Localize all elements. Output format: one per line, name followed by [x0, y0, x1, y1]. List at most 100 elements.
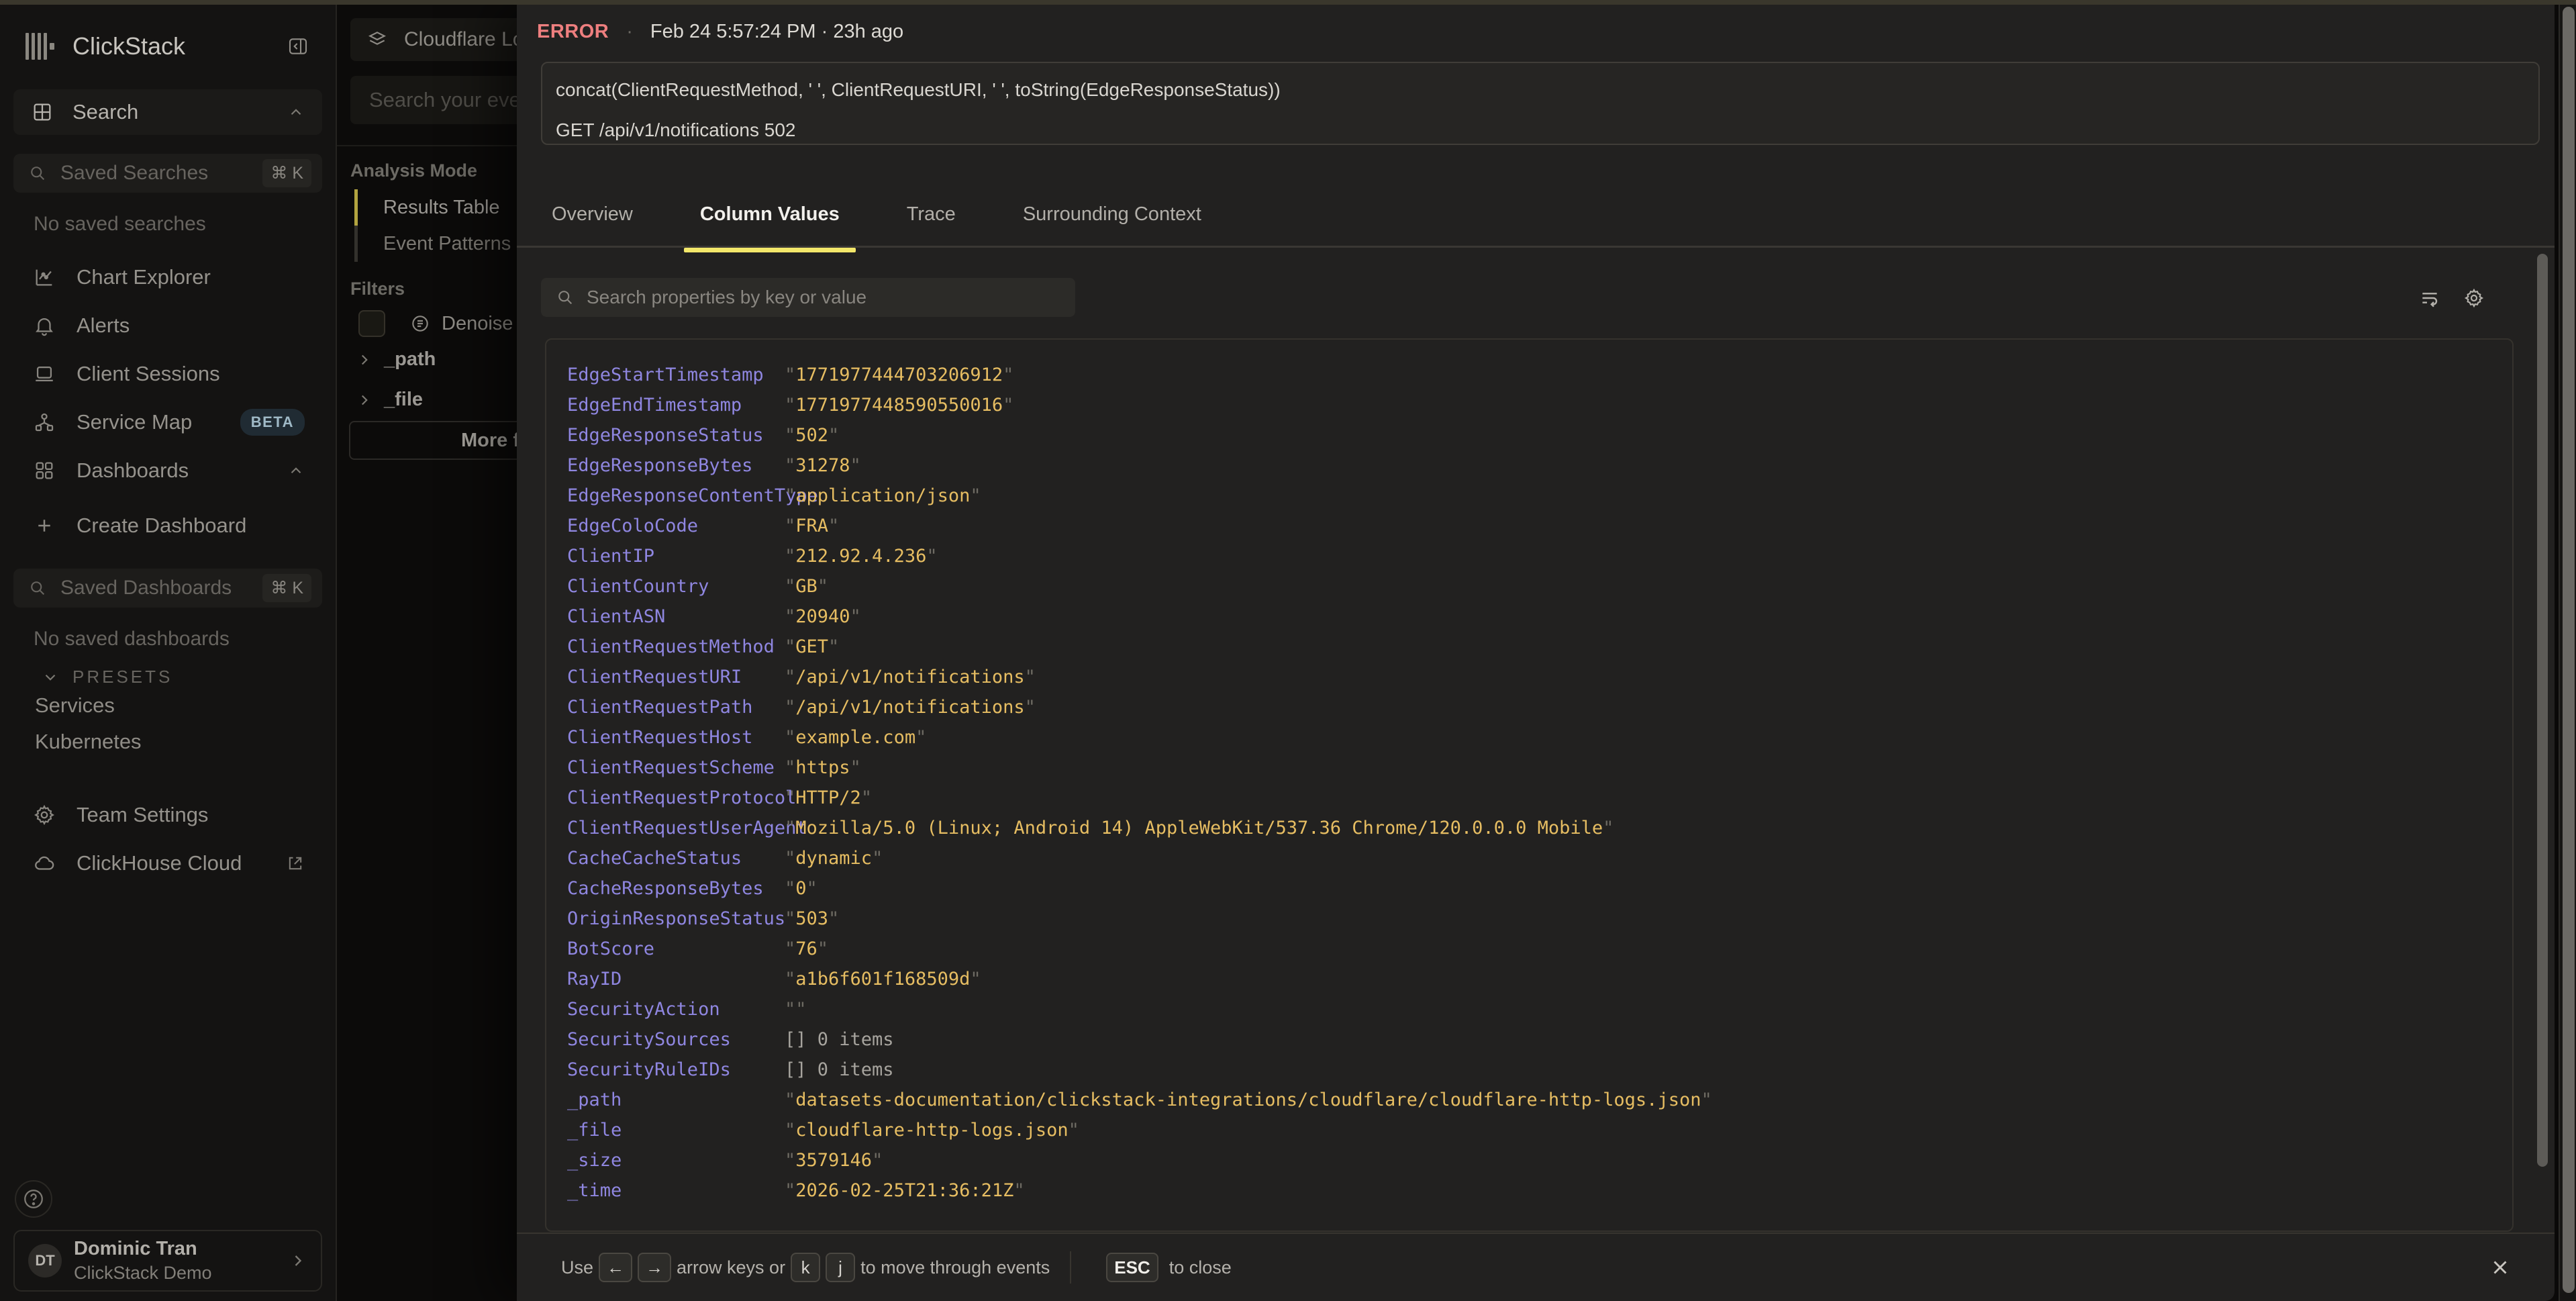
property-key[interactable]: _file — [567, 1120, 785, 1141]
property-row[interactable]: EdgeResponseBytes 31278 — [546, 450, 2512, 481]
property-value[interactable]: Mozilla/5.0 (Linux; Android 14) AppleWeb… — [785, 818, 1614, 838]
property-key[interactable]: ClientRequestMethod — [567, 636, 785, 657]
property-value[interactable]: example.com — [785, 727, 926, 748]
property-key[interactable]: ClientASN — [567, 606, 785, 627]
property-key[interactable]: EdgeResponseContentType — [567, 485, 785, 506]
property-key[interactable]: ClientRequestUserAgent — [567, 818, 785, 838]
sidebar-item-chart-explorer[interactable]: Chart Explorer — [13, 253, 322, 301]
property-value[interactable]: https — [785, 757, 861, 778]
property-row[interactable]: ClientRequestMethod GET — [546, 632, 2512, 662]
property-value[interactable]: a1b6f601f168509d — [785, 969, 981, 990]
property-value[interactable]: FRA — [785, 516, 839, 536]
property-key[interactable]: _size — [567, 1150, 785, 1171]
source-selector[interactable]: Cloudflare Logs — [350, 18, 517, 61]
property-row[interactable]: SecurityAction — [546, 994, 2512, 1024]
sidebar-item-service-map[interactable]: Service Map BETA — [13, 398, 322, 446]
property-key[interactable]: EdgeEndTimestamp — [567, 395, 785, 416]
event-search-input[interactable]: Search your event — [350, 76, 517, 124]
property-row[interactable]: BotScore 76 — [546, 934, 2512, 964]
property-key[interactable]: SecurityAction — [567, 999, 785, 1020]
property-row[interactable]: ClientRequestPath /api/v1/notifications — [546, 692, 2512, 722]
property-key[interactable]: EdgeStartTimestamp — [567, 365, 785, 385]
property-row[interactable]: _time 2026-02-25T21:36:21Z — [546, 1175, 2512, 1206]
property-value[interactable]: GB — [785, 576, 828, 597]
help-button[interactable] — [15, 1180, 52, 1218]
property-value[interactable]: dynamic — [785, 848, 883, 869]
property-key[interactable]: _path — [567, 1090, 785, 1110]
property-value[interactable]: 0 — [785, 878, 818, 899]
property-key[interactable]: SecuritySources — [567, 1029, 785, 1050]
collapse-sidebar-icon[interactable] — [283, 32, 313, 61]
property-value[interactable]: application/json — [785, 485, 981, 506]
property-value[interactable]: [] 0 items — [785, 1029, 894, 1050]
property-key[interactable]: ClientRequestHost — [567, 727, 785, 748]
property-row[interactable]: ClientASN 20940 — [546, 601, 2512, 632]
property-value[interactable]: /api/v1/notifications — [785, 667, 1036, 687]
property-value[interactable]: 502 — [785, 425, 839, 446]
property-row[interactable]: _file cloudflare-http-logs.json — [546, 1115, 2512, 1145]
property-key[interactable]: EdgeColoCode — [567, 516, 785, 536]
property-row[interactable]: ClientRequestScheme https — [546, 753, 2512, 783]
property-key[interactable]: OriginResponseStatus — [567, 908, 785, 929]
property-value[interactable]: 503 — [785, 908, 839, 929]
property-row[interactable]: CacheResponseBytes 0 — [546, 873, 2512, 904]
property-key[interactable]: CacheResponseBytes — [567, 878, 785, 899]
property-key[interactable]: ClientRequestPath — [567, 697, 785, 718]
analysis-mode-option[interactable]: Event Patterns — [354, 226, 511, 262]
property-value[interactable]: datasets-documentation/clickstack-integr… — [785, 1090, 1712, 1110]
property-key[interactable]: EdgeResponseBytes — [567, 455, 785, 476]
property-value[interactable] — [785, 999, 807, 1020]
property-key[interactable]: CacheCacheStatus — [567, 848, 785, 869]
property-value[interactable]: 2026-02-25T21:36:21Z — [785, 1180, 1025, 1201]
property-row[interactable]: EdgeResponseContentType application/json — [546, 481, 2512, 511]
property-row[interactable]: EdgeColoCode FRA — [546, 511, 2512, 541]
property-value[interactable]: 1771977448590550016 — [785, 395, 1013, 416]
wrap-lines-icon[interactable] — [2419, 287, 2440, 309]
property-row[interactable]: ClientRequestURI /api/v1/notifications — [546, 662, 2512, 692]
property-key[interactable]: BotScore — [567, 938, 785, 959]
property-row[interactable]: ClientIP 212.92.4.236 — [546, 541, 2512, 571]
property-key[interactable]: ClientCountry — [567, 576, 785, 597]
close-icon[interactable] — [2489, 1256, 2512, 1279]
property-value[interactable]: /api/v1/notifications — [785, 697, 1036, 718]
property-key[interactable]: SecurityRuleIDs — [567, 1059, 785, 1080]
saved-dashboards-input[interactable]: Saved Dashboards ⌘ K — [13, 569, 322, 608]
saved-searches-input[interactable]: Saved Searches ⌘ K — [13, 154, 322, 193]
filter-field-file[interactable]: _file — [356, 389, 423, 411]
property-key[interactable]: ClientRequestProtocol — [567, 787, 785, 808]
property-row[interactable]: EdgeStartTimestamp 1771977444703206912 — [546, 360, 2512, 390]
page-scrollbar-thumb[interactable] — [2563, 7, 2575, 1293]
property-row[interactable]: CacheCacheStatus dynamic — [546, 843, 2512, 873]
sidebar-item-alerts[interactable]: Alerts — [13, 301, 322, 350]
property-value[interactable]: 20940 — [785, 606, 861, 627]
property-value[interactable]: 31278 — [785, 455, 861, 476]
property-row[interactable]: ClientRequestUserAgent Mozilla/5.0 (Linu… — [546, 813, 2512, 843]
property-value[interactable]: HTTP/2 — [785, 787, 872, 808]
analysis-mode-option[interactable]: Results Table — [354, 189, 511, 226]
property-key[interactable]: ClientIP — [567, 546, 785, 567]
sidebar-item-team-settings[interactable]: Team Settings — [13, 791, 322, 839]
property-value[interactable]: 76 — [785, 938, 828, 959]
denoise-checkbox[interactable] — [358, 310, 385, 337]
property-row[interactable]: SecuritySources [] 0 items — [546, 1024, 2512, 1055]
more-filters-button[interactable]: More fil — [349, 421, 517, 460]
property-row[interactable]: _path datasets-documentation/clickstack-… — [546, 1085, 2512, 1115]
property-row[interactable]: _size 3579146 — [546, 1145, 2512, 1175]
property-value[interactable]: GET — [785, 636, 839, 657]
preset-kubernetes[interactable]: Kubernetes — [13, 724, 322, 760]
property-row[interactable]: ClientRequestProtocol HTTP/2 — [546, 783, 2512, 813]
presets-toggle[interactable]: PRESETS — [13, 667, 322, 687]
property-key[interactable]: EdgeResponseStatus — [567, 425, 785, 446]
property-key[interactable]: ClientRequestScheme — [567, 757, 785, 778]
property-value[interactable]: [] 0 items — [785, 1059, 894, 1080]
property-search-input[interactable]: Search properties by key or value — [541, 278, 1075, 317]
property-row[interactable]: EdgeResponseStatus 502 — [546, 420, 2512, 450]
property-row[interactable]: SecurityRuleIDs [] 0 items — [546, 1055, 2512, 1085]
property-row[interactable]: OriginResponseStatus 503 — [546, 904, 2512, 934]
settings-gear-icon[interactable] — [2463, 287, 2485, 309]
property-value[interactable]: cloudflare-http-logs.json — [785, 1120, 1079, 1141]
property-row[interactable]: ClientRequestHost example.com — [546, 722, 2512, 753]
property-value[interactable]: 1771977444703206912 — [785, 365, 1013, 385]
drawer-scrollbar-thumb[interactable] — [2537, 254, 2548, 1167]
property-value[interactable]: 3579146 — [785, 1150, 883, 1171]
